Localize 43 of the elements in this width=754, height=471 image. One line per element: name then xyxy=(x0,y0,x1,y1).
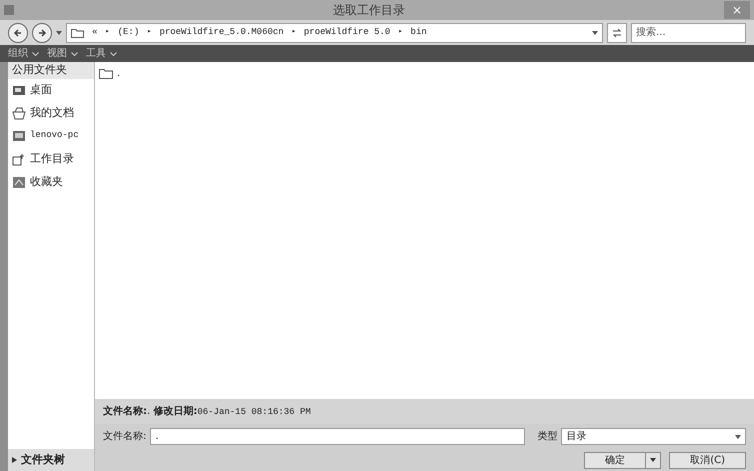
breadcrumb[interactable]: proeWildfire 5.0 xyxy=(304,26,390,40)
breadcrumb[interactable]: bin xyxy=(410,26,427,40)
breadcrumb[interactable]: proeWildfire_5.0.M060cn xyxy=(159,26,284,40)
back-button[interactable] xyxy=(8,22,28,42)
file-info: 文件名称:. 修改日期:06-Jan-15 08:16:36 PM xyxy=(103,404,311,419)
chevron-down-icon xyxy=(71,52,78,56)
search-field[interactable]: 搜索... xyxy=(631,22,746,42)
refresh-icon xyxy=(611,28,623,38)
toolbar-menu[interactable]: 工具 xyxy=(86,46,117,61)
window-title: 选取工作目录 xyxy=(332,2,405,19)
overflow-chevron[interactable]: « xyxy=(92,26,98,40)
dropdown-icon xyxy=(735,434,741,438)
cancel-button[interactable]: 取消(C) xyxy=(669,452,746,468)
expand-icon[interactable] xyxy=(12,457,17,463)
computer-icon xyxy=(12,130,26,142)
dropdown-value: 目录 xyxy=(566,430,586,444)
field-label: 文件名称: xyxy=(103,430,146,444)
back-arrow-icon xyxy=(13,28,23,38)
sidebar-item[interactable]: 桌面 xyxy=(30,82,52,98)
toolbar-menu[interactable]: 视图 xyxy=(47,46,78,61)
dropdown-icon[interactable] xyxy=(56,30,62,34)
type-dropdown[interactable]: 目录 xyxy=(561,428,746,445)
dropdown-icon[interactable] xyxy=(592,30,598,34)
sidebar-item[interactable]: 收藏夹 xyxy=(30,174,63,190)
chevron-down-icon xyxy=(110,52,117,56)
desktop-icon xyxy=(12,84,26,96)
sidebar-item[interactable]: 工作目录 xyxy=(30,150,74,168)
sidebar-header: 公用文件夹 xyxy=(8,62,94,78)
image-icon xyxy=(12,176,26,188)
sidebar-item[interactable]: 我的文档 xyxy=(30,104,74,122)
forward-button[interactable] xyxy=(32,22,52,42)
toolbar-menu[interactable]: 组织 xyxy=(8,46,39,61)
dropdown-icon xyxy=(650,458,656,462)
app-icon xyxy=(4,5,14,15)
filename-field[interactable]: . xyxy=(150,428,526,445)
chevron-down-icon xyxy=(32,52,39,56)
file-name[interactable]: . xyxy=(117,66,120,81)
breadcrumb[interactable]: (E:) xyxy=(118,26,140,40)
sidebar-item[interactable]: lenovo-pc xyxy=(30,129,79,143)
forward-arrow-icon xyxy=(37,28,47,38)
refresh-button[interactable] xyxy=(607,22,627,42)
ok-button[interactable]: 确定 xyxy=(584,452,662,468)
field-label: 类型 xyxy=(537,430,558,444)
